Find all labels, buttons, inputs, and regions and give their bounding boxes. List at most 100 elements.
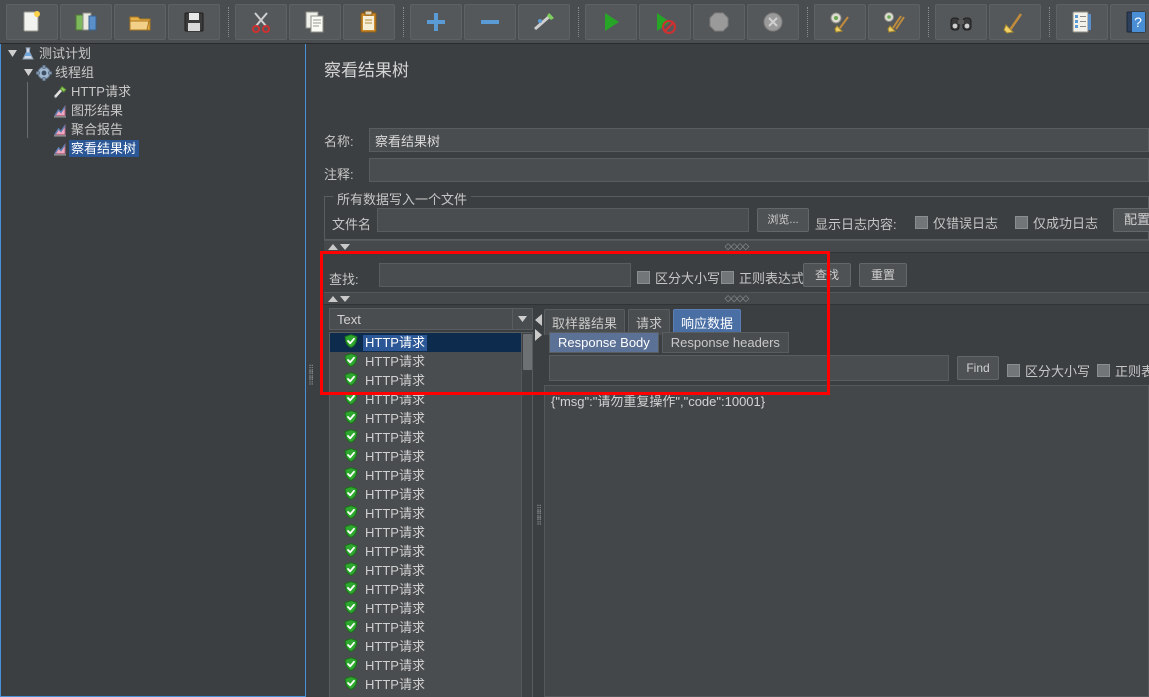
results-list-scrollbar[interactable] — [521, 333, 532, 697]
search-icon[interactable] — [935, 3, 987, 40]
render-selector-combo[interactable]: Text — [329, 308, 533, 330]
result-list-item[interactable]: HTTP请求 — [330, 447, 532, 466]
result-list-item[interactable]: HTTP请求 — [330, 561, 532, 580]
results-list[interactable]: HTTP请求 HTTP请求 HTTP请求 HTTP请求 HTTP请求 HTTP请求 HTTP… — [329, 332, 533, 697]
response-body-text[interactable]: {"msg":"请勿重复操作","code":10001} — [544, 385, 1149, 697]
errors-only-checkbox-row[interactable]: 仅错误日志 — [915, 213, 998, 232]
result-list-item[interactable]: HTTP请求 — [330, 542, 532, 561]
collapse-all-icon[interactable] — [464, 3, 516, 40]
cut-icon[interactable] — [235, 3, 287, 40]
response-subtab-0[interactable]: Response Body — [549, 332, 659, 353]
tree-main-splitter[interactable]: ⣿ ⣿ ⣿ — [308, 365, 314, 394]
errors-only-checkbox[interactable] — [915, 216, 928, 229]
arrow-right-icon[interactable] — [535, 328, 542, 341]
success-shield-icon — [344, 429, 363, 446]
arrow-left-icon[interactable] — [535, 313, 542, 326]
copy-icon[interactable] — [289, 3, 341, 40]
result-item-label: HTTP请求 — [365, 467, 425, 483]
tree-node-1[interactable]: 线程组 — [1, 63, 305, 82]
response-subtab-1[interactable]: Response headers — [661, 332, 789, 353]
open-icon[interactable] — [114, 3, 166, 40]
result-list-item[interactable]: HTTP请求 — [330, 371, 532, 390]
collapse-bar-results[interactable]: ◇◇◇◇ — [324, 292, 1149, 305]
response-find-regex-row[interactable]: 正则表达式 — [1097, 361, 1149, 380]
success-shield-icon — [344, 448, 363, 465]
result-list-item[interactable]: HTTP请求 — [330, 656, 532, 675]
result-list-item[interactable]: HTTP请求 — [330, 485, 532, 504]
success-shield-icon — [344, 410, 363, 427]
result-item-label: HTTP请求 — [365, 372, 425, 388]
collapse-bar-top[interactable]: ◇◇◇◇ — [324, 240, 1149, 253]
filename-input[interactable] — [377, 208, 749, 232]
clear-icon[interactable] — [814, 3, 866, 40]
tree-node-5[interactable]: 察看结果树 — [1, 139, 305, 158]
configure-button[interactable]: 配置 — [1113, 208, 1149, 232]
reset-search-icon[interactable] — [989, 3, 1041, 40]
comment-input[interactable] — [369, 158, 1149, 182]
success-shield-icon — [344, 391, 363, 408]
tree-expand-toggle[interactable] — [5, 44, 19, 63]
start-icon[interactable] — [585, 3, 637, 40]
successes-only-checkbox[interactable] — [1015, 216, 1028, 229]
function-helper-icon[interactable] — [1056, 3, 1108, 40]
result-list-item[interactable]: HTTP请求 — [330, 466, 532, 485]
save-icon[interactable] — [168, 3, 220, 40]
tree-node-2[interactable]: HTTP请求 — [1, 82, 305, 101]
response-find-case-row[interactable]: 区分大小写 — [1007, 361, 1090, 380]
browse-button[interactable]: 浏览... — [757, 208, 809, 232]
result-list-item[interactable]: HTTP请求 — [330, 333, 532, 352]
result-list-item[interactable]: HTTP请求 — [330, 599, 532, 618]
templates-icon[interactable] — [60, 3, 112, 40]
search-case-sensitive-checkbox[interactable] — [637, 271, 650, 284]
name-input[interactable] — [369, 128, 1149, 152]
help-icon[interactable]: ? — [1110, 3, 1149, 40]
result-list-item[interactable]: HTTP请求 — [330, 580, 532, 599]
successes-only-checkbox-row[interactable]: 仅成功日志 — [1015, 213, 1098, 232]
search-case-sensitive-row[interactable]: 区分大小写 — [637, 268, 720, 287]
toolbar-separator — [1049, 6, 1050, 37]
search-regex-checkbox[interactable] — [721, 271, 734, 284]
search-input[interactable] — [379, 263, 631, 287]
chevron-down-icon[interactable] — [512, 309, 532, 329]
test-plan-tree-panel[interactable]: 测试计划 线程组 HTTP请求 图形结果 聚合报告 察看结果树 — [0, 44, 306, 697]
result-list-item[interactable]: HTTP请求 — [330, 390, 532, 409]
response-find-regex-checkbox[interactable] — [1097, 364, 1110, 377]
result-item-label: HTTP请求 — [365, 486, 425, 502]
results-detail-splitter[interactable]: ⣿ ⣿ ⣿ — [536, 505, 542, 534]
result-list-item[interactable]: HTTP请求 — [330, 675, 532, 694]
result-list-item[interactable]: HTTP请求 — [330, 637, 532, 656]
results-list-scroll-thumb[interactable] — [523, 334, 532, 370]
result-list-item[interactable]: HTTP请求 — [330, 409, 532, 428]
results-splitter[interactable] — [534, 307, 543, 347]
success-shield-icon — [344, 657, 363, 674]
tree-expand-toggle[interactable] — [21, 63, 35, 82]
paste-icon[interactable] — [343, 3, 395, 40]
result-item-label: HTTP请求 — [365, 410, 425, 426]
tree-node-4[interactable]: 聚合报告 — [1, 120, 305, 139]
success-shield-icon — [344, 562, 363, 579]
response-find-input[interactable] — [549, 355, 949, 381]
result-list-item[interactable]: HTTP请求 — [330, 504, 532, 523]
tree-node-0[interactable]: 测试计划 — [1, 44, 305, 63]
tree-node-3[interactable]: 图形结果 — [1, 101, 305, 120]
shutdown-icon[interactable] — [747, 3, 799, 40]
start-no-timers-icon[interactable] — [639, 3, 691, 40]
success-shield-icon — [344, 353, 363, 370]
response-find-case-checkbox[interactable] — [1007, 364, 1020, 377]
response-find-button[interactable]: Find — [957, 356, 999, 380]
search-regex-row[interactable]: 正则表达式 — [721, 268, 804, 287]
stop-icon[interactable] — [693, 3, 745, 40]
expand-all-icon[interactable] — [410, 3, 462, 40]
success-shield-icon — [344, 638, 363, 655]
result-list-item[interactable]: HTTP请求 — [330, 352, 532, 371]
toggle-icon[interactable] — [518, 3, 570, 40]
result-list-item[interactable]: HTTP请求 — [330, 428, 532, 447]
new-test-plan-icon[interactable] — [6, 3, 58, 40]
result-list-item[interactable]: HTTP请求 — [330, 523, 532, 542]
search-find-button[interactable]: 查找 — [803, 263, 851, 287]
clear-all-icon[interactable] — [868, 3, 920, 40]
result-list-item[interactable]: HTTP请求 — [330, 618, 532, 637]
search-reset-button[interactable]: 重置 — [859, 263, 907, 287]
